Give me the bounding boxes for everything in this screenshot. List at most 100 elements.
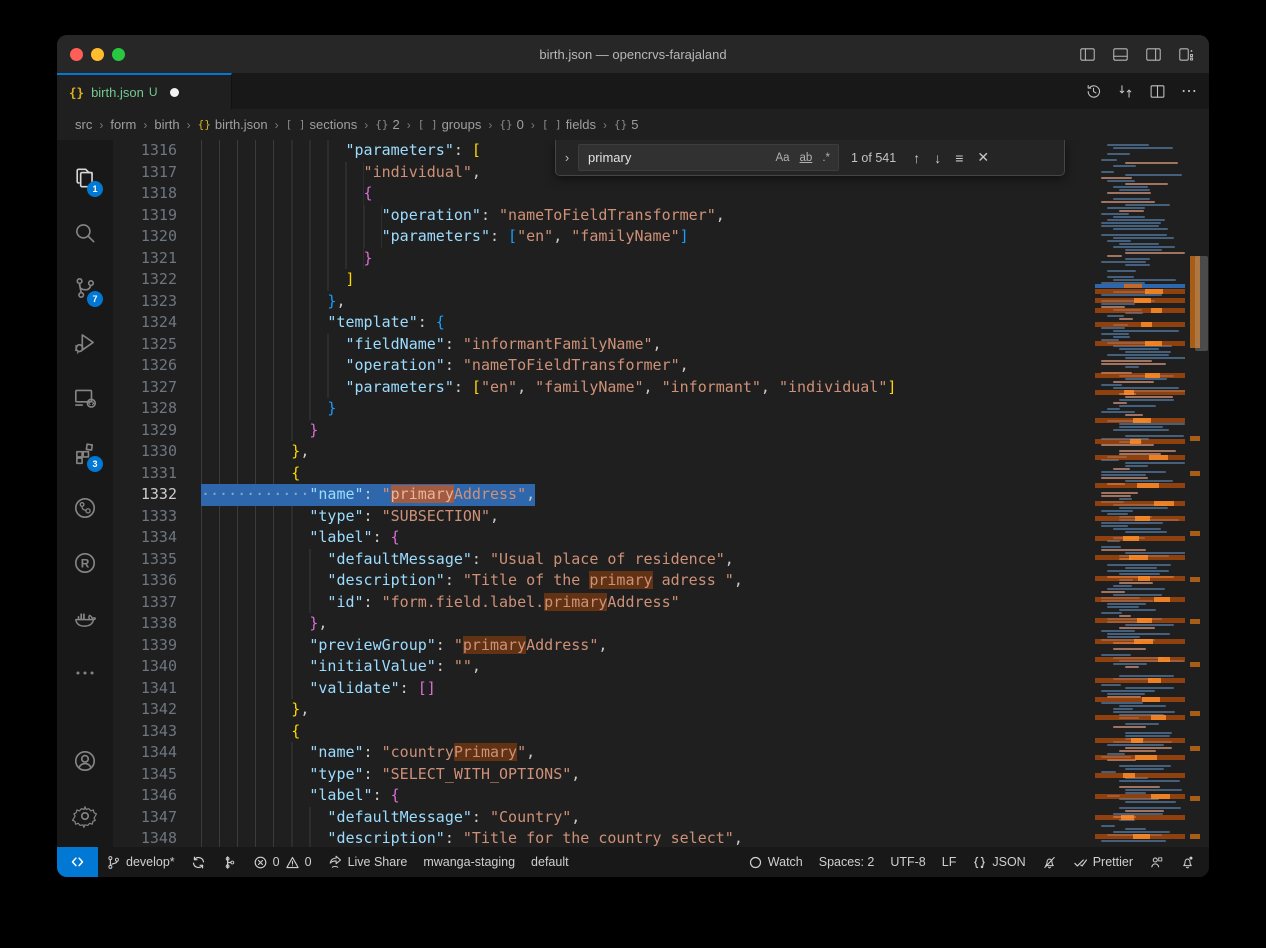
activity-extensions-button[interactable]: 3 bbox=[61, 425, 109, 480]
code-line-1335[interactable]: 1335"defaultMessage": "Usual place of re… bbox=[113, 549, 1095, 571]
code-line-1344[interactable]: 1344"name": "countryPrimary", bbox=[113, 742, 1095, 764]
scrollbar-thumb[interactable] bbox=[1195, 256, 1208, 351]
activity-settings-button[interactable] bbox=[61, 788, 109, 843]
code-line-1324[interactable]: 1324"template": { bbox=[113, 312, 1095, 334]
find-input[interactable] bbox=[586, 149, 769, 166]
line-number[interactable]: 1319 bbox=[113, 205, 177, 227]
code-line-1323[interactable]: 1323}, bbox=[113, 291, 1095, 313]
line-number[interactable]: 1325 bbox=[113, 334, 177, 356]
minimize-window-button[interactable] bbox=[91, 48, 104, 61]
line-number[interactable]: 1322 bbox=[113, 269, 177, 291]
code-line-1326[interactable]: 1326"operation": "nameToFieldTransformer… bbox=[113, 355, 1095, 377]
line-number[interactable]: 1331 bbox=[113, 463, 177, 485]
history-icon[interactable] bbox=[1085, 83, 1102, 100]
activity-search-button[interactable] bbox=[61, 205, 109, 260]
editor[interactable]: 1316"parameters": [1317"individual",1318… bbox=[113, 140, 1209, 847]
status-profile[interactable]: default bbox=[523, 847, 577, 877]
code-line-1331[interactable]: 1331{ bbox=[113, 463, 1095, 485]
panel-bottom-icon[interactable] bbox=[1112, 46, 1129, 63]
breadcrumb-item-form[interactable]: form bbox=[110, 117, 136, 132]
breadcrumb-item-0[interactable]: {}0 bbox=[499, 117, 523, 132]
code-area[interactable]: 1316"parameters": [1317"individual",1318… bbox=[113, 140, 1095, 847]
line-number[interactable]: 1340 bbox=[113, 656, 177, 678]
code-line-1328[interactable]: 1328} bbox=[113, 398, 1095, 420]
activity-more-button[interactable] bbox=[61, 645, 109, 700]
status-formatter[interactable]: Prettier bbox=[1065, 847, 1141, 877]
breadcrumb-item-fields[interactable]: [ ]fields bbox=[542, 117, 596, 132]
code-line-1330[interactable]: 1330}, bbox=[113, 441, 1095, 463]
code-line-1348[interactable]: 1348"description": "Title for the countr… bbox=[113, 828, 1095, 847]
line-number[interactable]: 1323 bbox=[113, 291, 177, 313]
panel-left-icon[interactable] bbox=[1079, 46, 1096, 63]
code-line-1320[interactable]: 1320"parameters": ["en", "familyName"] bbox=[113, 226, 1095, 248]
status-language-mode[interactable]: JSON bbox=[964, 847, 1033, 877]
line-number[interactable]: 1345 bbox=[113, 764, 177, 786]
line-number[interactable]: 1346 bbox=[113, 785, 177, 807]
line-number[interactable]: 1341 bbox=[113, 678, 177, 700]
line-number[interactable]: 1334 bbox=[113, 527, 177, 549]
line-number[interactable]: 1318 bbox=[113, 183, 177, 205]
previous-match-button[interactable]: ↑ bbox=[906, 148, 927, 168]
breadcrumb-item-src[interactable]: src bbox=[75, 117, 92, 132]
next-match-button[interactable]: ↓ bbox=[927, 148, 948, 168]
close-window-button[interactable] bbox=[70, 48, 83, 61]
zoom-window-button[interactable] bbox=[112, 48, 125, 61]
activity-r-tools-button[interactable]: R bbox=[61, 535, 109, 590]
code-line-1336[interactable]: 1336"description": "Title of the primary… bbox=[113, 570, 1095, 592]
code-line-1347[interactable]: 1347"defaultMessage": "Country", bbox=[113, 807, 1095, 829]
code-line-1327[interactable]: 1327"parameters": ["en", "familyName", "… bbox=[113, 377, 1095, 399]
title-bar[interactable]: birth.json — opencrvs-farajaland bbox=[57, 35, 1209, 73]
code-line-1325[interactable]: 1325"fieldName": "informantFamilyName", bbox=[113, 334, 1095, 356]
line-number[interactable]: 1329 bbox=[113, 420, 177, 442]
line-number[interactable]: 1342 bbox=[113, 699, 177, 721]
line-number[interactable]: 1328 bbox=[113, 398, 177, 420]
code-line-1321[interactable]: 1321} bbox=[113, 248, 1095, 270]
activity-explorer-button[interactable]: 1 bbox=[61, 150, 109, 205]
status-notifications[interactable] bbox=[1172, 847, 1203, 877]
status-remote[interactable] bbox=[57, 847, 98, 877]
split-editor-icon[interactable] bbox=[1149, 83, 1166, 100]
code-line-1341[interactable]: 1341"validate": [] bbox=[113, 678, 1095, 700]
open-changes-icon[interactable] bbox=[1117, 83, 1134, 100]
code-line-1318[interactable]: 1318{ bbox=[113, 183, 1095, 205]
code-line-1332[interactable]: 1332············"name": "primaryAddress"… bbox=[113, 484, 1095, 506]
code-line-1345[interactable]: 1345"type": "SELECT_WITH_OPTIONS", bbox=[113, 764, 1095, 786]
whole-word-toggle[interactable]: ab bbox=[796, 151, 817, 165]
status-git-branch[interactable]: develop* bbox=[98, 847, 183, 877]
find-in-selection-button[interactable]: ≡ bbox=[948, 148, 970, 168]
code-line-1322[interactable]: 1322] bbox=[113, 269, 1095, 291]
breadcrumb-item-birth-json[interactable]: {}birth.json bbox=[198, 117, 268, 132]
line-number[interactable]: 1348 bbox=[113, 828, 177, 847]
code-line-1346[interactable]: 1346"label": { bbox=[113, 785, 1095, 807]
activity-gitlens-button[interactable] bbox=[61, 480, 109, 535]
line-number[interactable]: 1316 bbox=[113, 140, 177, 162]
line-number[interactable]: 1335 bbox=[113, 549, 177, 571]
status-eol[interactable]: LF bbox=[934, 847, 965, 877]
activity-remote-explorer-button[interactable] bbox=[61, 370, 109, 425]
status-encoding[interactable]: UTF-8 bbox=[882, 847, 933, 877]
regex-toggle[interactable]: .* bbox=[818, 151, 834, 165]
status-indentation[interactable]: Spaces: 2 bbox=[811, 847, 883, 877]
activity-docker-button[interactable] bbox=[61, 590, 109, 645]
activity-source-control-button[interactable]: 7 bbox=[61, 260, 109, 315]
breadcrumb-item-5[interactable]: {}5 bbox=[614, 117, 638, 132]
status-sync[interactable] bbox=[183, 847, 214, 877]
line-number[interactable]: 1324 bbox=[113, 312, 177, 334]
minimap[interactable] bbox=[1095, 140, 1185, 847]
code-line-1319[interactable]: 1319"operation": "nameToFieldTransformer… bbox=[113, 205, 1095, 227]
code-line-1338[interactable]: 1338}, bbox=[113, 613, 1095, 635]
line-number[interactable]: 1347 bbox=[113, 807, 177, 829]
code-line-1339[interactable]: 1339"previewGroup": "primaryAddress", bbox=[113, 635, 1095, 657]
status-bell-slash[interactable] bbox=[1034, 847, 1065, 877]
status-live-share[interactable]: Live Share bbox=[320, 847, 416, 877]
line-number[interactable]: 1344 bbox=[113, 742, 177, 764]
code-line-1340[interactable]: 1340"initialValue": "", bbox=[113, 656, 1095, 678]
layout-customize-icon[interactable] bbox=[1178, 46, 1195, 63]
line-number[interactable]: 1330 bbox=[113, 441, 177, 463]
status-git-graph[interactable] bbox=[214, 847, 245, 877]
breadcrumb-item-sections[interactable]: [ ]sections bbox=[286, 117, 358, 132]
line-number[interactable]: 1332 bbox=[113, 484, 177, 506]
status-watch[interactable]: Watch bbox=[740, 847, 811, 877]
match-case-toggle[interactable]: Aa bbox=[771, 151, 793, 165]
status-problems[interactable]: 00 bbox=[245, 847, 320, 877]
